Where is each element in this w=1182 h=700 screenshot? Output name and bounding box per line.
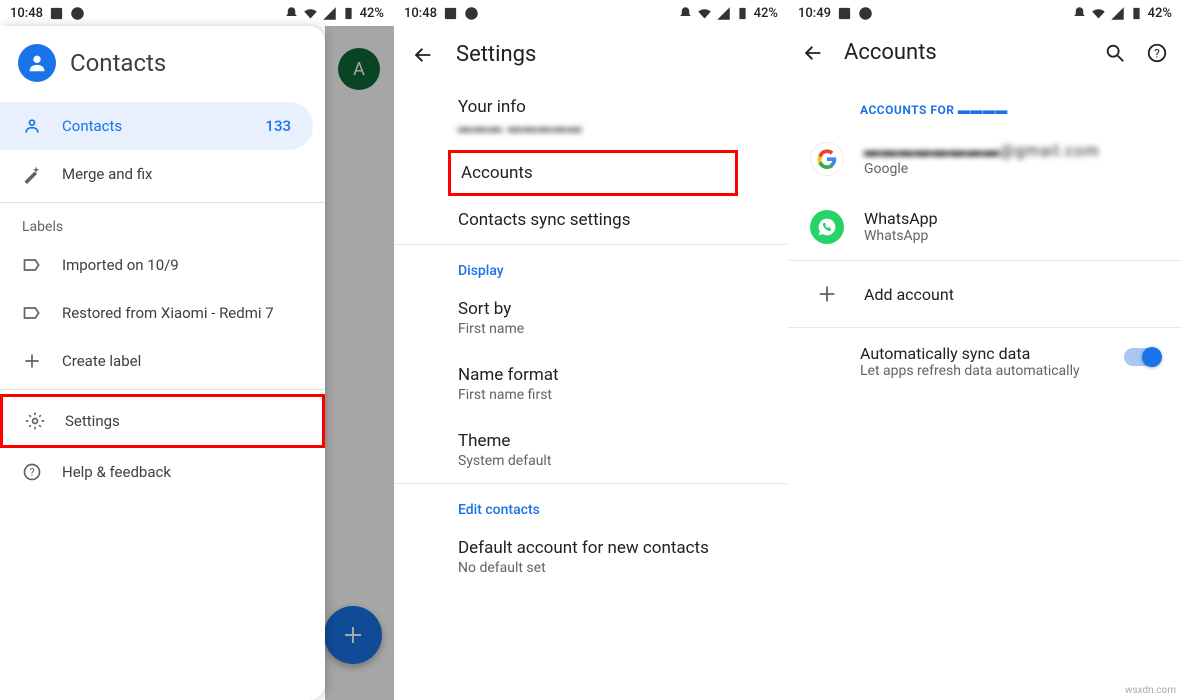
- notification-off-icon: [1072, 6, 1087, 21]
- status-bar: 10:48 42%: [394, 0, 788, 26]
- main-content-scrimmed: A: [325, 26, 394, 700]
- wand-icon: [22, 164, 42, 184]
- status-time: 10:49: [798, 6, 831, 21]
- label-icon: [22, 255, 42, 275]
- setting-your-info[interactable]: Your info ▬▬▬ ▬▬▬▬▬: [394, 83, 788, 150]
- account-whatsapp[interactable]: WhatsApp WhatsApp: [788, 193, 1182, 260]
- gallery-icon: [837, 6, 852, 21]
- display-section-header: Display: [394, 245, 788, 285]
- battery-icon: [1129, 6, 1144, 21]
- auto-sync-title: Automatically sync data: [860, 344, 1108, 363]
- status-bar: 10:49 42%: [788, 0, 1182, 26]
- signal-icon: [322, 6, 337, 21]
- battery-percent: 42%: [754, 6, 778, 21]
- person-icon: [22, 116, 42, 136]
- contacts-count: 133: [265, 117, 291, 135]
- auto-sync-row[interactable]: Automatically sync data Let apps refresh…: [788, 328, 1182, 395]
- whatsapp-logo-icon: [810, 210, 844, 244]
- google-provider: Google: [864, 161, 1100, 177]
- nav-settings[interactable]: Settings: [0, 394, 325, 448]
- gear-icon: [25, 411, 45, 431]
- svg-text:?: ?: [1154, 46, 1160, 60]
- nav-contacts[interactable]: Contacts 133: [0, 102, 313, 150]
- settings-label: Settings: [65, 412, 120, 430]
- plus-icon: [22, 351, 42, 371]
- help-icon[interactable]: ?: [1146, 42, 1168, 64]
- nav-create-label[interactable]: Create label: [0, 337, 325, 385]
- accounts-title: Accounts: [844, 40, 1084, 65]
- divider: [0, 202, 325, 203]
- google-logo-icon: [810, 142, 844, 176]
- label-restored-text: Restored from Xiaomi - Redmi 7: [62, 304, 274, 322]
- wifi-icon: [697, 6, 712, 21]
- watermark: wsxdn.com: [1125, 685, 1176, 696]
- facebook-icon: [70, 6, 85, 21]
- status-time: 10:48: [10, 6, 43, 21]
- svg-text:?: ?: [29, 466, 34, 479]
- signal-icon: [1110, 6, 1125, 21]
- setting-name-format[interactable]: Name format First name first: [394, 351, 788, 417]
- screen-contacts-drawer: 10:48 42% Contacts Contacts 133: [0, 0, 394, 700]
- contacts-app-icon: [18, 44, 56, 82]
- setting-contacts-sync[interactable]: Contacts sync settings: [394, 196, 788, 244]
- auto-sync-desc: Let apps refresh data automatically: [860, 363, 1108, 379]
- edit-contacts-section-header: Edit contacts: [394, 484, 788, 524]
- google-email: ▬▬▬▬▬▬▬▬@gmail.com: [864, 141, 1100, 161]
- label-icon: [22, 303, 42, 323]
- accounts-for-header: ACCOUNTS FOR ▬▬▬▬: [788, 79, 1182, 125]
- add-account-row[interactable]: Add account: [788, 261, 1182, 327]
- setting-accounts[interactable]: Accounts: [448, 150, 738, 196]
- notification-off-icon: [678, 6, 693, 21]
- help-label: Help & feedback: [62, 463, 171, 481]
- label-restored[interactable]: Restored from Xiaomi - Redmi 7: [0, 289, 325, 337]
- whatsapp-name: WhatsApp: [864, 209, 938, 228]
- help-icon: ?: [22, 462, 42, 482]
- plus-icon: [810, 277, 844, 311]
- label-imported-text: Imported on 10/9: [62, 256, 179, 274]
- app-title: Contacts: [70, 49, 166, 77]
- labels-section-header: Labels: [0, 207, 325, 241]
- create-label-text: Create label: [62, 352, 141, 370]
- add-account-label: Add account: [864, 285, 954, 304]
- settings-titlebar: Settings: [394, 26, 788, 83]
- divider: [0, 389, 325, 390]
- screen-settings: 10:48 42% Settings Your info ▬▬▬ ▬▬▬▬▬ A…: [394, 0, 788, 700]
- nav-merge-fix[interactable]: Merge and fix: [0, 150, 325, 198]
- setting-sort-by[interactable]: Sort by First name: [394, 285, 788, 351]
- accounts-titlebar: Accounts ?: [788, 26, 1182, 79]
- account-google[interactable]: ▬▬▬▬▬▬▬▬@gmail.com Google: [788, 125, 1182, 193]
- battery-percent: 42%: [360, 6, 384, 21]
- label-imported[interactable]: Imported on 10/9: [0, 241, 325, 289]
- setting-default-account[interactable]: Default account for new contacts No defa…: [394, 524, 788, 590]
- battery-icon: [341, 6, 356, 21]
- facebook-icon: [464, 6, 479, 21]
- screen-accounts: 10:49 42% Accounts ? ACCOUNTS FOR ▬▬▬▬ ▬…: [788, 0, 1182, 700]
- signal-icon: [716, 6, 731, 21]
- back-arrow-icon[interactable]: [412, 44, 434, 66]
- gallery-icon: [443, 6, 458, 21]
- facebook-icon: [858, 6, 873, 21]
- battery-percent: 42%: [1148, 6, 1172, 21]
- nav-merge-label: Merge and fix: [62, 165, 152, 183]
- app-brand: Contacts: [0, 26, 325, 102]
- search-icon[interactable]: [1104, 42, 1126, 64]
- wifi-icon: [303, 6, 318, 21]
- status-bar: 10:48 42%: [0, 0, 394, 26]
- back-arrow-icon[interactable]: [802, 42, 824, 64]
- navigation-drawer: Contacts Contacts 133 Merge and fix Labe…: [0, 26, 325, 700]
- setting-theme[interactable]: Theme System default: [394, 417, 788, 483]
- notification-off-icon: [284, 6, 299, 21]
- nav-help-feedback[interactable]: ? Help & feedback: [0, 448, 325, 496]
- status-time: 10:48: [404, 6, 437, 21]
- auto-sync-toggle[interactable]: [1124, 348, 1160, 366]
- battery-icon: [735, 6, 750, 21]
- nav-contacts-label: Contacts: [62, 117, 122, 135]
- settings-title: Settings: [456, 42, 536, 67]
- gallery-icon: [49, 6, 64, 21]
- whatsapp-provider: WhatsApp: [864, 228, 938, 244]
- wifi-icon: [1091, 6, 1106, 21]
